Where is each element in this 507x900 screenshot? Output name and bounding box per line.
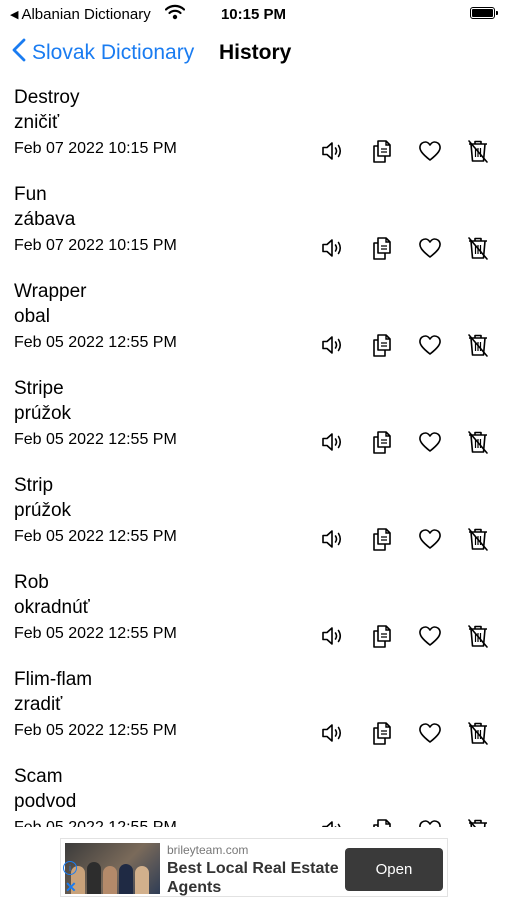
- history-item[interactable]: Strip prúžok Feb 05 2022 12:55 PM: [0, 472, 507, 569]
- copy-icon[interactable]: [368, 816, 396, 827]
- copy-icon[interactable]: [368, 331, 396, 359]
- info-icon[interactable]: i: [63, 861, 77, 875]
- history-item[interactable]: Fun zábava Feb 07 2022 10:15 PM: [0, 181, 507, 278]
- trash-icon[interactable]: [464, 137, 492, 165]
- history-item[interactable]: Scam podvod Feb 05 2022 12:55 PM: [0, 763, 507, 827]
- heart-icon[interactable]: [416, 234, 444, 262]
- history-translation: prúžok: [14, 403, 72, 424]
- battery-icon: [470, 7, 498, 19]
- heart-icon[interactable]: [416, 622, 444, 650]
- history-list[interactable]: Destroy zničiť Feb 07 2022 10:15 PM Fun …: [0, 84, 507, 827]
- history-word: Rob: [14, 572, 49, 593]
- history-date: Feb 05 2022 12:55 PM: [14, 625, 177, 642]
- history-item[interactable]: Wrapper obal Feb 05 2022 12:55 PM: [0, 278, 507, 375]
- history-date: Feb 07 2022 10:15 PM: [14, 237, 177, 254]
- history-item[interactable]: Destroy zničiť Feb 07 2022 10:15 PM: [0, 84, 507, 181]
- heart-icon[interactable]: [416, 816, 444, 827]
- history-word: Stripe: [14, 378, 64, 399]
- trash-icon[interactable]: [464, 525, 492, 553]
- speaker-icon[interactable]: [319, 137, 347, 165]
- navigation-bar: Slovak Dictionary History: [0, 34, 507, 74]
- history-date: Feb 07 2022 10:15 PM: [14, 140, 177, 157]
- history-item[interactable]: Rob okradnúť Feb 05 2022 12:55 PM: [0, 569, 507, 666]
- history-word: Strip: [14, 475, 54, 496]
- history-word: Fun: [14, 184, 47, 205]
- history-date: Feb 05 2022 12:55 PM: [14, 528, 177, 545]
- copy-icon[interactable]: [368, 137, 396, 165]
- history-date: Feb 05 2022 12:55 PM: [14, 431, 177, 448]
- trash-icon[interactable]: [464, 428, 492, 456]
- heart-icon[interactable]: [416, 719, 444, 747]
- speaker-icon[interactable]: [319, 331, 347, 359]
- trash-icon[interactable]: [464, 719, 492, 747]
- history-word: Flim-flam: [14, 669, 93, 690]
- ad-banner[interactable]: i ✕ brileyteam.com Best Local Real Estat…: [60, 838, 448, 897]
- trash-icon[interactable]: [464, 816, 492, 827]
- speaker-icon[interactable]: [319, 428, 347, 456]
- history-date: Feb 05 2022 12:55 PM: [14, 819, 177, 827]
- history-translation: obal: [14, 306, 50, 327]
- speaker-icon[interactable]: [319, 525, 347, 553]
- page-title: History: [219, 41, 292, 64]
- status-bar: ◀ Albanian Dictionary 10:15 PM: [0, 0, 507, 30]
- history-translation: zničiť: [14, 112, 60, 133]
- history-translation: podvod: [14, 791, 77, 812]
- history-word: Destroy: [14, 87, 80, 108]
- back-button[interactable]: Slovak Dictionary: [12, 38, 194, 67]
- heart-icon[interactable]: [416, 428, 444, 456]
- history-word: Wrapper: [14, 281, 87, 302]
- heart-icon[interactable]: [416, 137, 444, 165]
- ad-image: [65, 843, 160, 894]
- history-word: Scam: [14, 766, 63, 787]
- copy-icon[interactable]: [368, 525, 396, 553]
- copy-icon[interactable]: [368, 719, 396, 747]
- close-icon[interactable]: ✕: [65, 879, 77, 896]
- heart-icon[interactable]: [416, 331, 444, 359]
- speaker-icon[interactable]: [319, 622, 347, 650]
- copy-icon[interactable]: [368, 234, 396, 262]
- back-button-label: Slovak Dictionary: [32, 40, 195, 64]
- speaker-icon[interactable]: [319, 234, 347, 262]
- history-translation: okradnúť: [14, 597, 90, 618]
- speaker-icon[interactable]: [319, 816, 347, 827]
- chevron-left-icon: [12, 38, 26, 67]
- trash-icon[interactable]: [464, 331, 492, 359]
- trash-icon[interactable]: [464, 622, 492, 650]
- history-translation: prúžok: [14, 500, 72, 521]
- copy-icon[interactable]: [368, 622, 396, 650]
- heart-icon[interactable]: [416, 525, 444, 553]
- copy-icon[interactable]: [368, 428, 396, 456]
- history-item[interactable]: Stripe prúžok Feb 05 2022 12:55 PM: [0, 375, 507, 472]
- ad-open-button[interactable]: Open: [345, 848, 443, 891]
- history-date: Feb 05 2022 12:55 PM: [14, 722, 177, 739]
- trash-icon[interactable]: [464, 234, 492, 262]
- history-translation: zábava: [14, 209, 76, 230]
- speaker-icon[interactable]: [319, 719, 347, 747]
- status-time: 10:15 PM: [220, 6, 287, 23]
- ad-headline: Best Local Real Estate Agents: [167, 860, 339, 896]
- history-translation: zradiť: [14, 694, 63, 715]
- history-date: Feb 05 2022 12:55 PM: [14, 334, 177, 351]
- history-item[interactable]: Flim-flam zradiť Feb 05 2022 12:55 PM: [0, 666, 507, 763]
- ad-domain: brileyteam.com: [167, 843, 249, 857]
